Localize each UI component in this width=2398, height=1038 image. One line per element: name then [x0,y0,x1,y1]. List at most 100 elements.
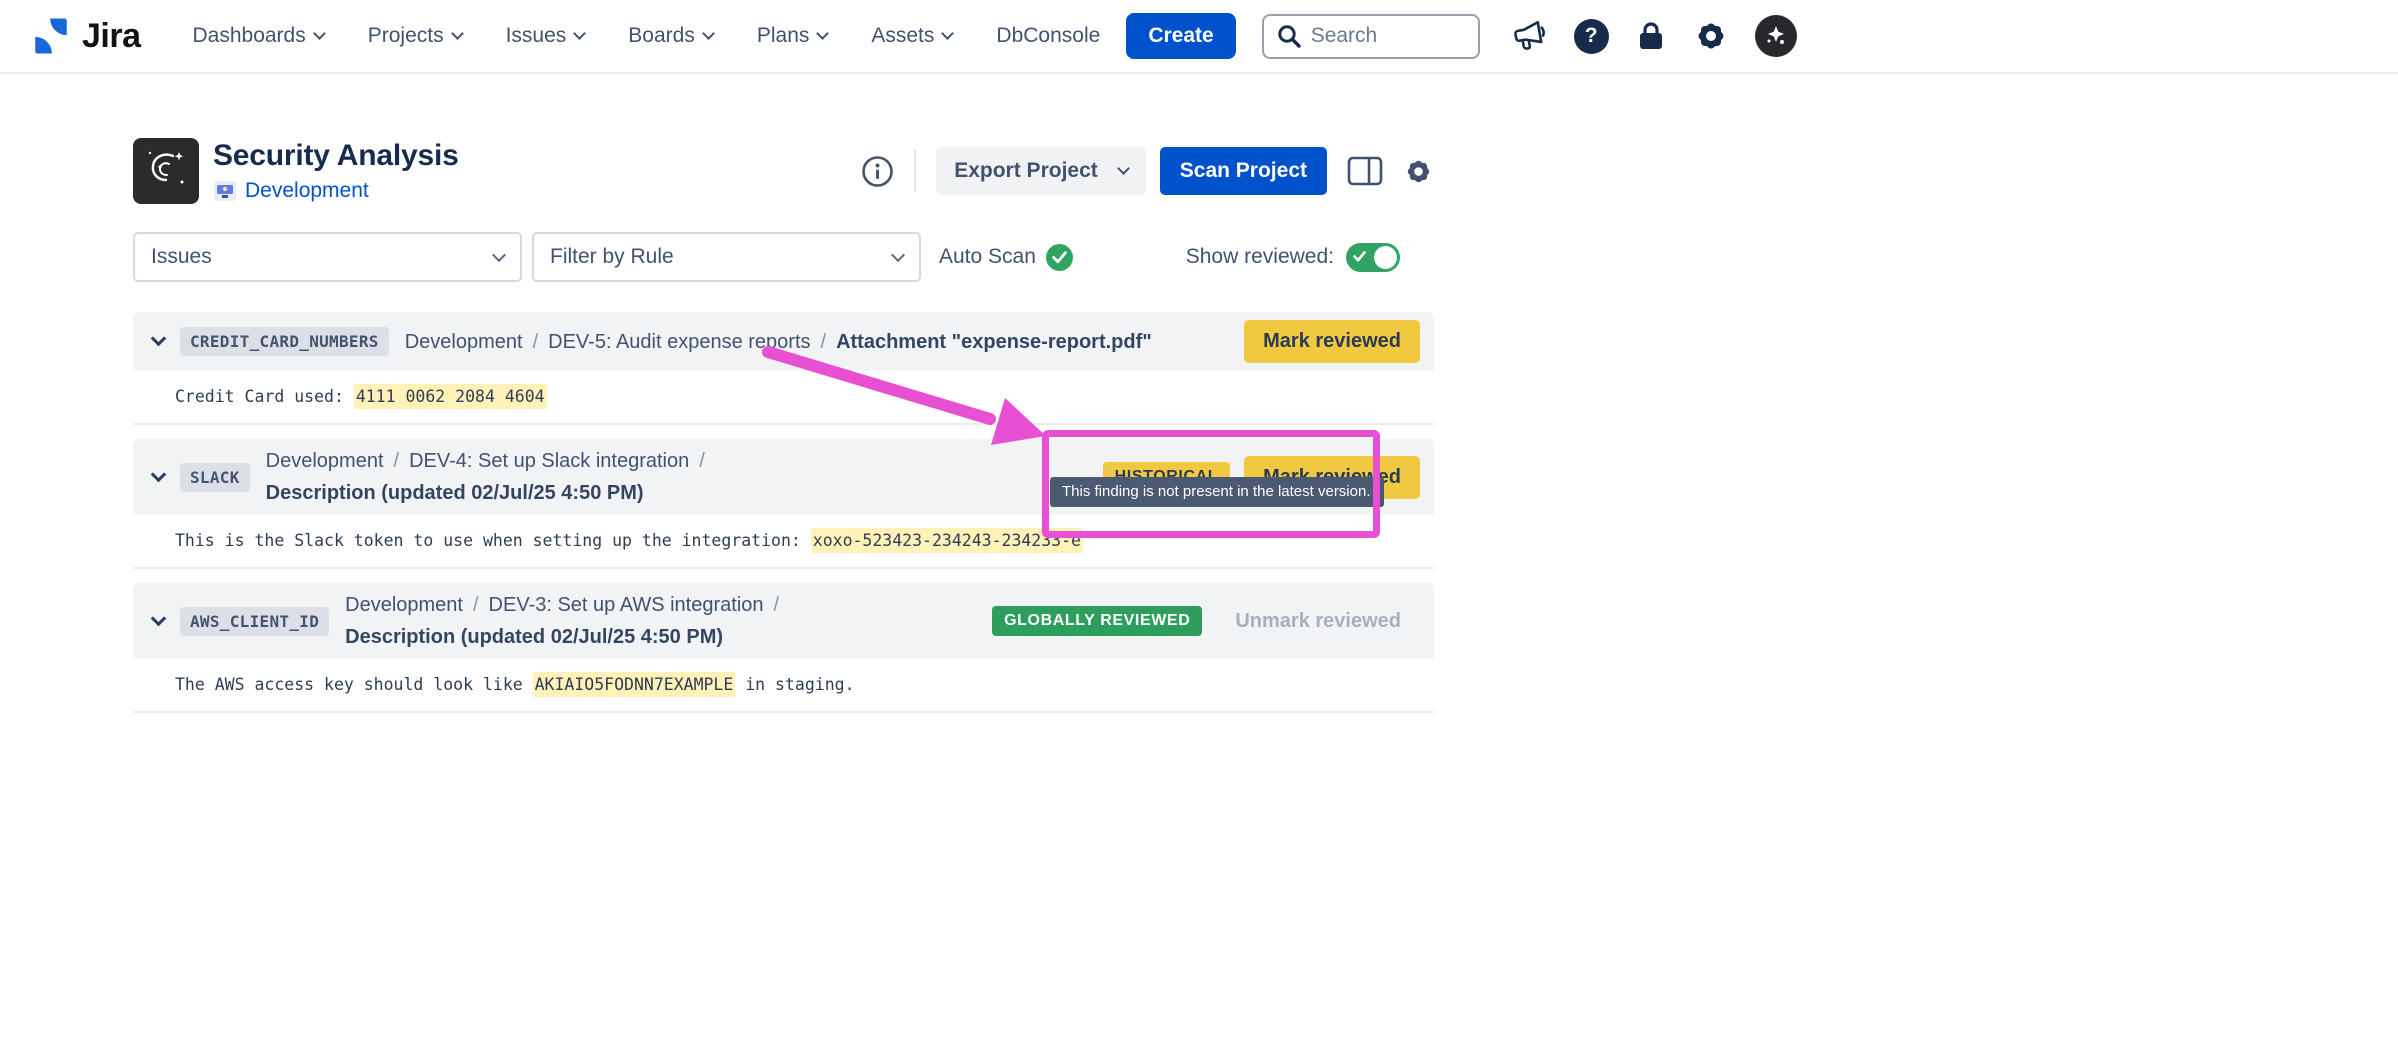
help-glyph: ? [1585,24,1598,48]
show-reviewed-label: Show reviewed: [1186,245,1334,269]
jira-security-analysis-page: Jira Dashboards Projects Issues Boards P… [0,0,2398,1038]
jira-logo[interactable]: Jira [30,15,141,57]
topbar-icon-group: ? [1510,15,1797,57]
finding-card-aws: AWS_CLIENT_ID Development / DEV-3: Set u… [133,583,1434,713]
jira-logo-icon [30,15,72,57]
breadcrumb-location: Attachment "expense-report.pdf" [836,328,1152,356]
announcements-megaphone-icon[interactable] [1510,17,1548,55]
mark-reviewed-button[interactable]: Mark reviewed [1244,320,1420,363]
search-box[interactable] [1262,14,1480,59]
chevron-down-icon [573,27,586,40]
snippet-secret: xoxo-523423-234243-234233-e [811,528,1083,553]
breadcrumb-issue[interactable]: DEV-4: Set up Slack integration [409,447,689,475]
top-navigation-bar: Jira Dashboards Projects Issues Boards P… [0,0,2398,74]
chevron-down-icon [817,27,830,40]
page-title: Security Analysis [213,139,459,173]
search-icon [1276,23,1302,49]
show-reviewed-toggle[interactable] [1346,243,1400,272]
breadcrumb-issue[interactable]: DEV-5: Audit expense reports [548,328,810,356]
finding-header: CREDIT_CARD_NUMBERS Development / DEV-5:… [133,312,1434,371]
auto-scan-status: Auto Scan [939,244,1073,271]
project-avatar-small [213,180,237,202]
finding-actions: Mark reviewed [1244,320,1420,363]
breadcrumb-separator: / [533,328,539,356]
jira-wordmark: Jira [82,17,141,56]
breadcrumb-separator: / [774,591,780,619]
avatar-image [1764,24,1788,48]
nav-item-assets[interactable]: Assets [871,24,952,48]
rule-badge: AWS_CLIENT_ID [180,607,329,636]
nav-item-boards[interactable]: Boards [628,24,713,48]
toggle-knob [1374,246,1397,269]
breadcrumb-project[interactable]: Development [405,328,523,356]
nav-item-label: DbConsole [996,24,1100,48]
breadcrumb-project[interactable]: Development [266,447,384,475]
scan-project-button[interactable]: Scan Project [1160,147,1327,195]
help-icon[interactable]: ? [1574,19,1609,54]
finding-snippet: The AWS access key should look like AKIA… [133,659,1434,713]
rule-badge: SLACK [180,463,250,492]
toggle-check-icon [1353,251,1366,262]
finding-breadcrumb: Development / DEV-3: Set up AWS integrat… [345,591,980,651]
create-button[interactable]: Create [1126,13,1235,59]
breadcrumb-location: Description (updated 02/Jul/25 4:50 PM) [345,623,723,651]
project-avatar[interactable] [133,138,199,204]
breadcrumb-separator: / [394,447,400,475]
page-settings-gear-icon[interactable] [1403,156,1434,187]
rule-filter-select[interactable]: Filter by Rule [532,232,921,282]
collapse-chevron-icon[interactable] [151,331,167,347]
findings-list: CREDIT_CARD_NUMBERS Development / DEV-5:… [133,312,1434,713]
snippet-text: The AWS access key should look like [175,675,533,694]
breadcrumb-separator: / [699,447,705,475]
chevron-down-icon [702,27,715,40]
breadcrumb-issue[interactable]: DEV-3: Set up AWS integration [489,591,764,619]
vertical-divider [914,150,916,192]
layout-panel-icon[interactable] [1347,156,1383,186]
primary-navigation: Dashboards Projects Issues Boards Plans … [193,24,1101,48]
finding-card-credit-card: CREDIT_CARD_NUMBERS Development / DEV-5:… [133,312,1434,425]
breadcrumb-project[interactable]: Development [345,591,463,619]
finding-snippet: This is the Slack token to use when sett… [133,515,1434,569]
rule-filter-value: Filter by Rule [550,245,674,269]
lock-icon[interactable] [1635,19,1667,53]
breadcrumb-separator: / [473,591,479,619]
nav-item-label: Issues [506,24,567,48]
collapse-chevron-icon[interactable] [151,466,167,482]
issues-filter-value: Issues [151,245,212,269]
chevron-down-icon [942,27,955,40]
snippet-text: This is the Slack token to use when sett… [175,531,811,550]
historical-tooltip: This finding is not present in the lates… [1050,477,1384,507]
collapse-chevron-icon[interactable] [151,610,167,626]
globally-reviewed-badge: GLOBALLY REVIEWED [992,606,1202,636]
info-icon[interactable] [861,155,894,188]
nav-item-label: Projects [368,24,444,48]
search-input[interactable] [1311,24,1466,48]
finding-breadcrumb: Development / DEV-5: Audit expense repor… [405,328,1232,356]
chevron-down-icon [891,248,905,262]
nav-item-label: Assets [871,24,934,48]
project-header: Security Analysis Development [133,138,1434,204]
unmark-reviewed-button[interactable]: Unmark reviewed [1216,600,1420,643]
nav-item-issues[interactable]: Issues [506,24,585,48]
settings-gear-icon[interactable] [1693,18,1729,54]
nav-item-dbconsole[interactable]: DbConsole [996,24,1100,48]
nav-item-dashboards[interactable]: Dashboards [193,24,324,48]
finding-actions: GLOBALLY REVIEWED Unmark reviewed [992,600,1420,643]
snippet-text: in staging. [735,675,854,694]
nav-item-projects[interactable]: Projects [368,24,462,48]
project-actions: Export Project Scan Project [861,147,1434,195]
nav-item-plans[interactable]: Plans [757,24,828,48]
breadcrumb-location: Description (updated 02/Jul/25 4:50 PM) [266,479,644,507]
filter-row: Issues Filter by Rule Auto Scan Show rev… [133,232,1434,282]
finding-breadcrumb: Development / DEV-4: Set up Slack integr… [266,447,1091,507]
help-circle: ? [1574,19,1609,54]
snippet-text: Credit Card used: [175,387,354,406]
auto-scan-check-icon [1046,244,1073,271]
chevron-down-icon [1117,162,1130,175]
user-avatar[interactable] [1755,15,1797,57]
project-link[interactable]: Development [245,179,369,203]
issues-filter-select[interactable]: Issues [133,232,522,282]
finding-header: AWS_CLIENT_ID Development / DEV-3: Set u… [133,583,1434,659]
export-project-button[interactable]: Export Project [936,147,1146,195]
show-reviewed-control: Show reviewed: [1186,243,1400,272]
